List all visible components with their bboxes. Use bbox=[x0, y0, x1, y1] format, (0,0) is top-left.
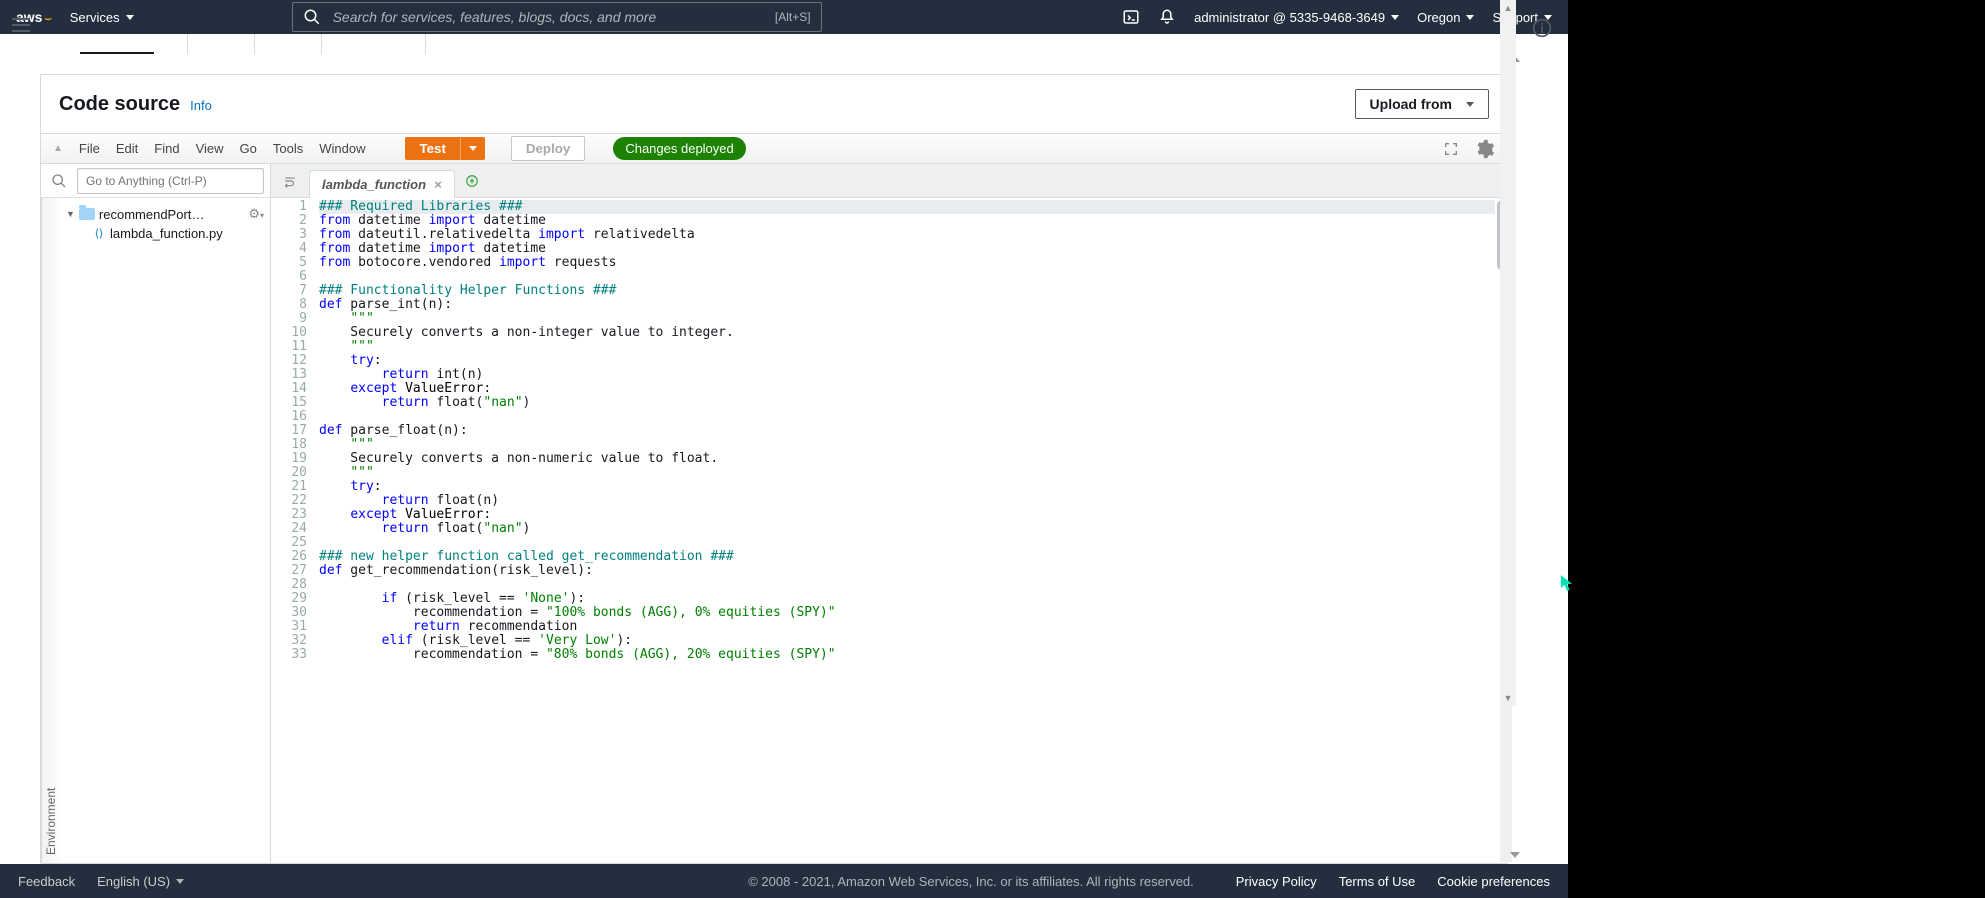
upload-label: Upload from bbox=[1370, 96, 1452, 112]
menu-edit[interactable]: Edit bbox=[116, 141, 138, 156]
menu-go[interactable]: Go bbox=[240, 141, 257, 156]
ide-menubar: ▲ File Edit Find View Go Tools Window Te… bbox=[41, 134, 1507, 164]
upload-from-button[interactable]: Upload from bbox=[1355, 89, 1489, 119]
folder-name: recommendPortfolio bbox=[99, 207, 207, 222]
caret-down-icon bbox=[1466, 102, 1474, 107]
tab-code[interactable] bbox=[80, 34, 154, 54]
help-panel-toggle[interactable] bbox=[1532, 18, 1552, 38]
scroll-down-icon[interactable] bbox=[1510, 852, 1520, 858]
editor-tab-label: lambda_function bbox=[322, 177, 426, 192]
terms-link[interactable]: Terms of Use bbox=[1339, 874, 1416, 889]
scroll-tabs-icon[interactable] bbox=[277, 170, 303, 192]
collapse-menu-icon[interactable]: ▲ bbox=[53, 143, 63, 154]
search-shortcut-hint: [Alt+S] bbox=[775, 10, 811, 24]
python-file-icon: ⟨⟩ bbox=[92, 227, 106, 241]
menu-file[interactable]: File bbox=[79, 141, 100, 156]
info-link[interactable]: Info bbox=[190, 98, 212, 113]
goto-anything-input[interactable] bbox=[77, 168, 264, 194]
deploy-button: Deploy bbox=[511, 136, 585, 161]
feedback-link[interactable]: Feedback bbox=[18, 874, 75, 889]
deploy-status-badge: Changes deployed bbox=[613, 137, 745, 160]
caret-down-icon bbox=[126, 15, 134, 20]
search-icon bbox=[303, 8, 321, 26]
services-label: Services bbox=[70, 10, 120, 25]
line-gutter: 1234567891011121314151617181920212223242… bbox=[271, 198, 315, 863]
panel-title: Code source bbox=[59, 93, 180, 116]
cloudshell-icon[interactable] bbox=[1122, 8, 1140, 26]
function-tabs bbox=[80, 34, 1508, 54]
ide-sidebar: Environment ▼ recommendPortfolio ⚙▾ ⟨⟩ bbox=[41, 164, 271, 863]
menu-window[interactable]: Window bbox=[319, 141, 365, 156]
environment-tab[interactable]: Environment bbox=[41, 198, 60, 863]
account-menu[interactable]: administrator @ 5335-9468-3649 bbox=[1194, 10, 1399, 25]
search-icon[interactable] bbox=[47, 173, 71, 189]
tree-expand-icon[interactable]: ▼ bbox=[66, 209, 75, 219]
cloud9-ide: ▲ File Edit Find View Go Tools Window Te… bbox=[41, 133, 1507, 863]
code-content[interactable]: ### Required Libraries ###from datetime … bbox=[315, 198, 1495, 863]
test-dropdown[interactable] bbox=[460, 137, 485, 160]
editor-tab[interactable]: lambda_function × bbox=[309, 170, 455, 198]
editor-area: lambda_function × 1234567891011121314151… bbox=[271, 164, 1507, 863]
menu-view[interactable]: View bbox=[196, 141, 224, 156]
test-label: Test bbox=[419, 141, 445, 156]
aws-top-nav: aws ⌣ Services [Alt+S] bbox=[0, 0, 1568, 34]
file-tree: ▼ recommendPortfolio ⚙▾ ⟨⟩ lambda_functi… bbox=[60, 198, 270, 863]
menu-tools[interactable]: Tools bbox=[273, 141, 303, 156]
tree-file[interactable]: ⟨⟩ lambda_function.py bbox=[64, 224, 266, 243]
code-editor[interactable]: 1234567891011121314151617181920212223242… bbox=[271, 198, 1507, 863]
account-label: administrator @ 5335-9468-3649 bbox=[1194, 10, 1385, 25]
caret-down-icon bbox=[469, 146, 477, 151]
global-search[interactable]: [Alt+S] bbox=[292, 2, 822, 32]
folder-icon bbox=[79, 208, 95, 220]
tree-settings-icon[interactable]: ⚙▾ bbox=[248, 206, 264, 222]
browser-scrollbar[interactable]: ▲ ▼ bbox=[1500, 0, 1516, 706]
services-menu[interactable]: Services bbox=[70, 10, 134, 25]
cookie-link[interactable]: Cookie preferences bbox=[1437, 874, 1550, 889]
console-footer: Feedback English (US) © 2008 - 2021, Ama… bbox=[0, 864, 1568, 898]
caret-down-icon bbox=[1391, 15, 1399, 20]
close-tab-icon[interactable]: × bbox=[434, 177, 442, 192]
notifications-icon[interactable] bbox=[1158, 8, 1176, 26]
region-label: Oregon bbox=[1417, 10, 1460, 25]
region-menu[interactable]: Oregon bbox=[1417, 10, 1474, 25]
menu-find[interactable]: Find bbox=[154, 141, 179, 156]
test-button[interactable]: Test bbox=[405, 137, 459, 160]
fullscreen-icon[interactable] bbox=[1443, 141, 1459, 157]
tree-folder-root[interactable]: ▼ recommendPortfolio ⚙▾ bbox=[64, 204, 266, 224]
new-tab-button[interactable] bbox=[465, 174, 479, 188]
caret-down-icon bbox=[1466, 15, 1474, 20]
aws-smile-icon: ⌣ bbox=[44, 13, 51, 26]
privacy-link[interactable]: Privacy Policy bbox=[1236, 874, 1317, 889]
caret-down-icon bbox=[176, 879, 184, 884]
preferences-icon[interactable] bbox=[1473, 138, 1495, 160]
copyright-text: © 2008 - 2021, Amazon Web Services, Inc.… bbox=[748, 874, 1194, 889]
mouse-cursor-icon bbox=[1560, 574, 1574, 592]
language-selector[interactable]: English (US) bbox=[97, 874, 184, 889]
file-name: lambda_function.py bbox=[110, 226, 223, 241]
editor-tab-bar: lambda_function × bbox=[271, 164, 1507, 198]
language-label: English (US) bbox=[97, 874, 170, 889]
side-nav-toggle[interactable] bbox=[12, 18, 30, 32]
global-search-input[interactable] bbox=[331, 8, 765, 26]
code-source-panel: Code source Info Upload from ▲ File Edit… bbox=[40, 74, 1508, 864]
